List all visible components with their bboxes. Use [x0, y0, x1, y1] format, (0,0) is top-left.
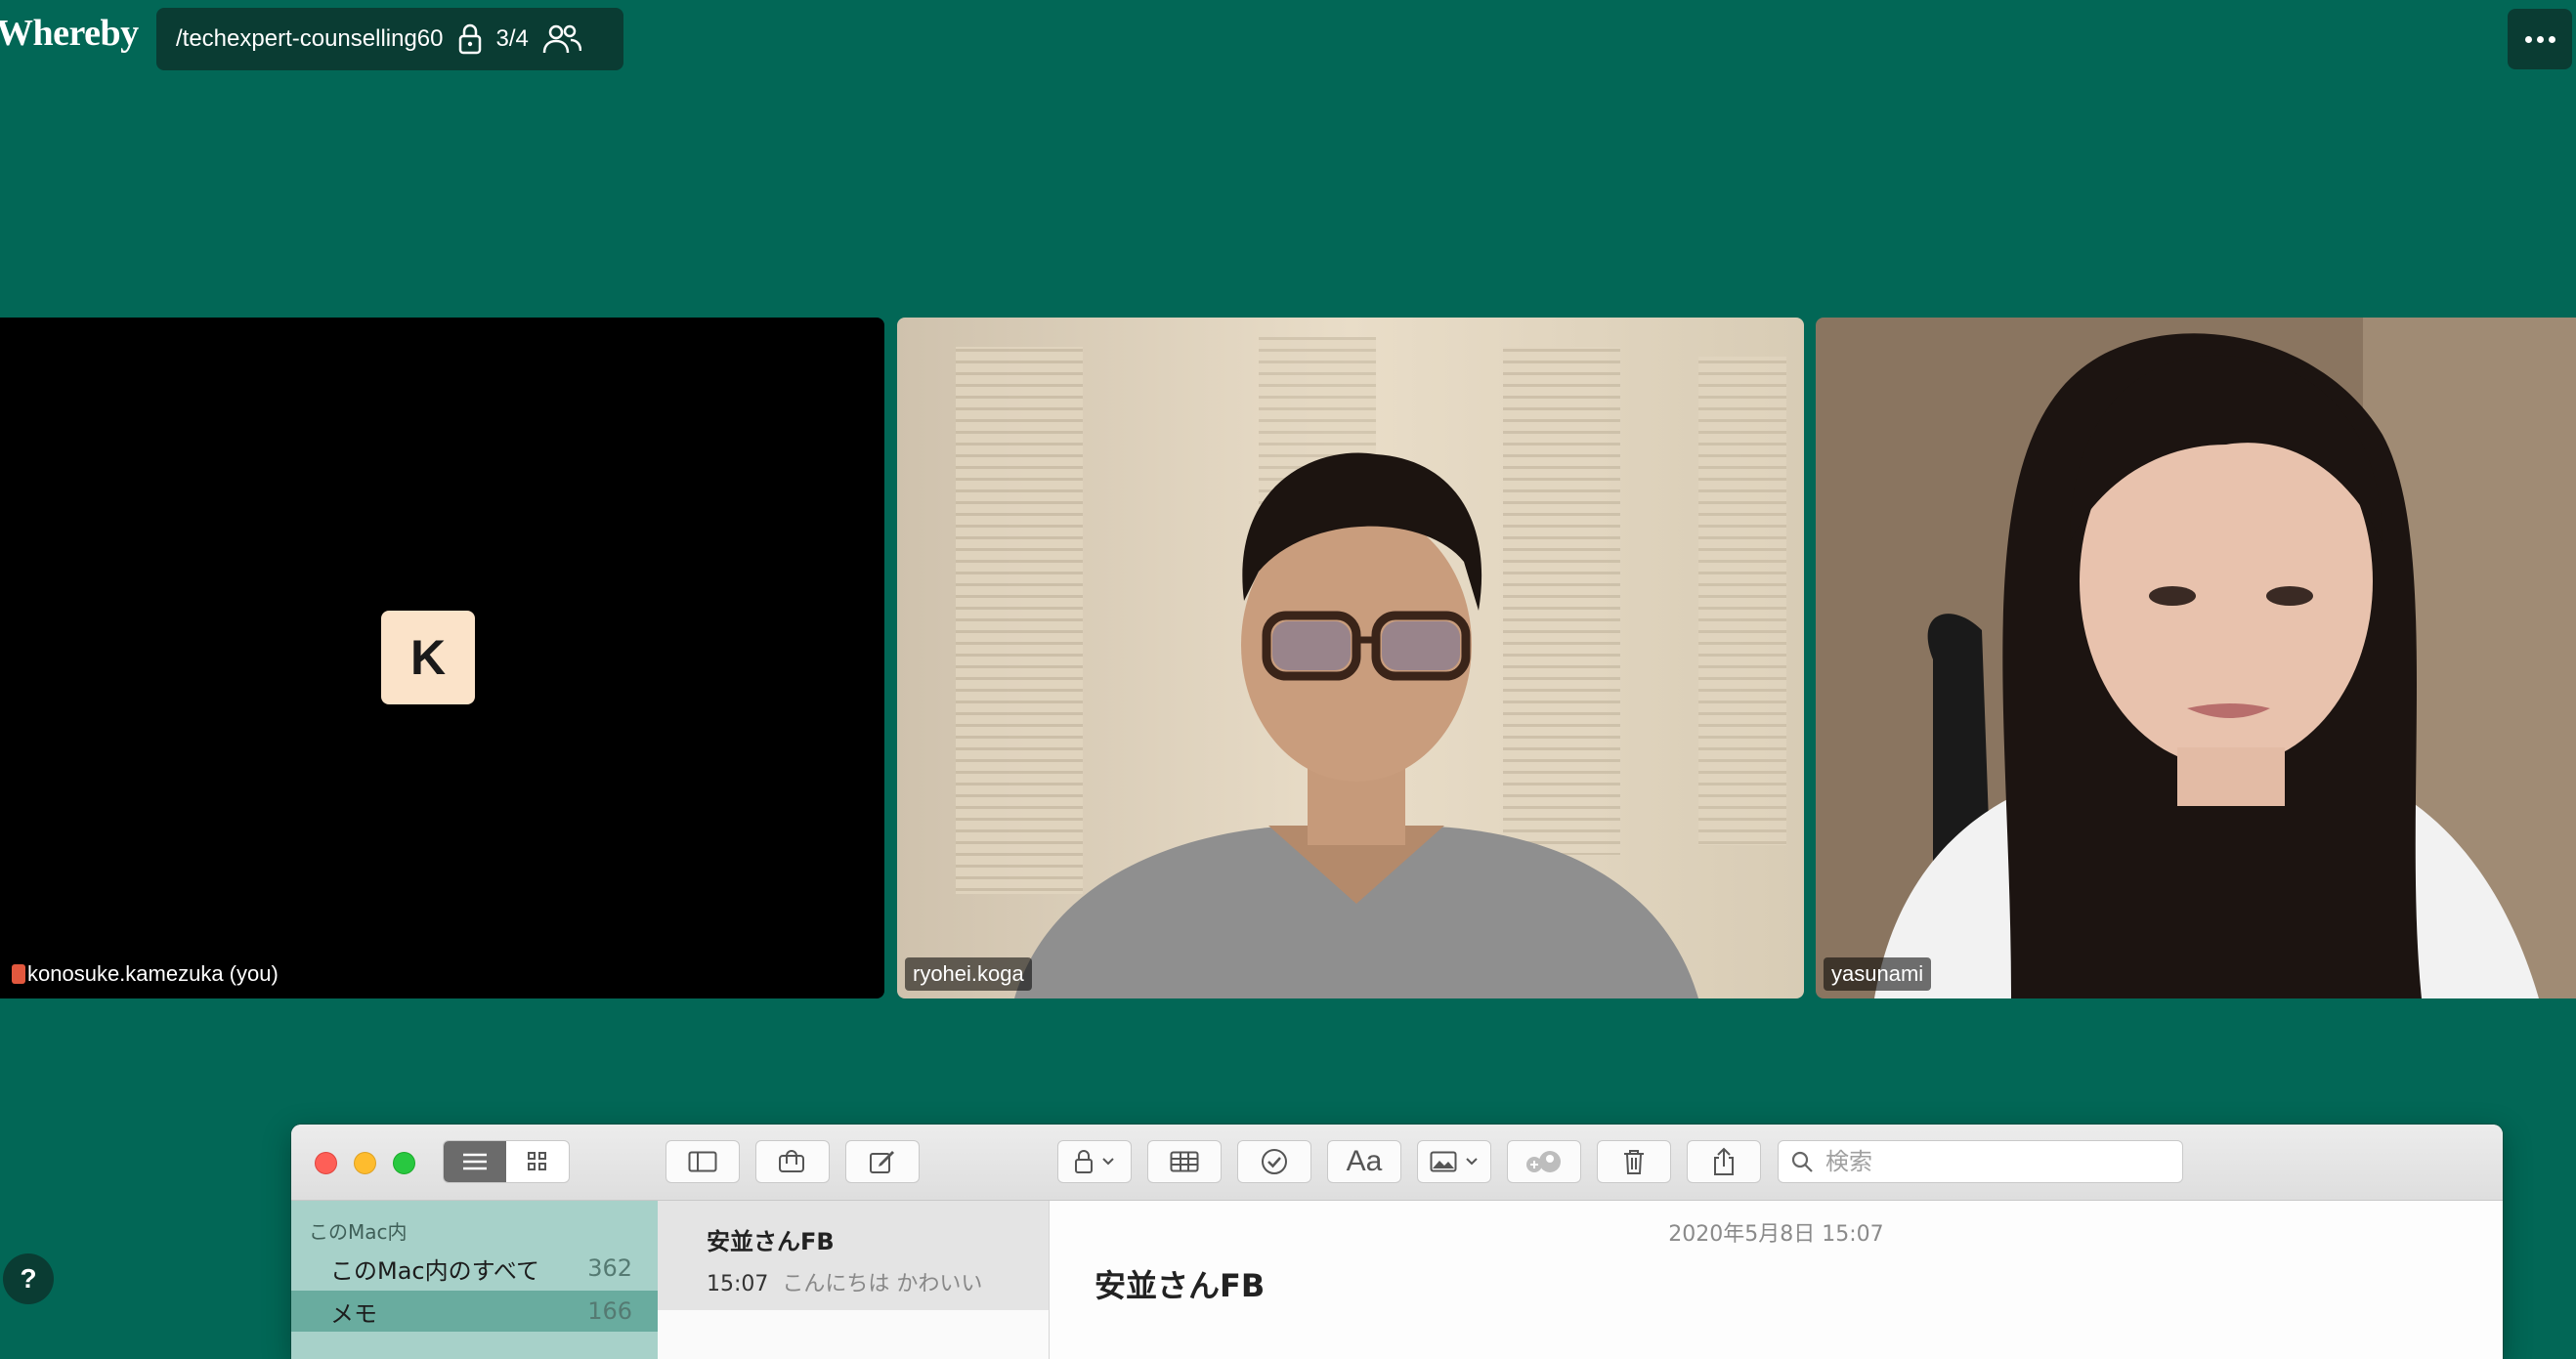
participant-name: konosuke.kamezuka (you) [27, 961, 279, 986]
checklist-icon [1262, 1149, 1287, 1174]
sidebar-item-all-on-mac[interactable]: このMac内のすべて 362 [291, 1248, 658, 1289]
note-heading[interactable]: 安並さんFB [1095, 1261, 1265, 1306]
paperclip-icon [779, 1150, 804, 1172]
table-icon [1170, 1151, 1199, 1172]
note-date: 2020年5月8日 15:07 [1668, 1222, 1884, 1247]
participant-name-tag: yasunami [1824, 957, 1932, 991]
note-title: 安並さんFB [707, 1228, 835, 1255]
chevron-down-icon [1466, 1158, 1478, 1166]
sidebar-item-count: 166 [587, 1297, 632, 1325]
people-icon[interactable] [542, 23, 581, 55]
sidebar-item-label: このMac内のすべて [330, 1256, 539, 1285]
sidebar-icon [688, 1151, 717, 1172]
whereby-logo: Whereby [0, 13, 139, 54]
list-view-icon[interactable] [444, 1141, 506, 1182]
room-name: /techexpert-counselling60 [176, 25, 444, 52]
list-item[interactable]: 安並さんFB 15:07 こんにちは かわいい [658, 1201, 1049, 1310]
search-icon [1791, 1151, 1813, 1172]
gallery-view-icon[interactable] [506, 1141, 569, 1182]
share-icon [1714, 1147, 1734, 1175]
sidebar-section-header: このMac内 [309, 1220, 408, 1244]
view-mode-toggle[interactable] [443, 1140, 570, 1183]
video-tile-self[interactable]: K konosuke.kamezuka (you) [0, 318, 884, 998]
close-window-button[interactable] [315, 1152, 337, 1174]
share-button[interactable] [1687, 1140, 1761, 1183]
format-button[interactable]: Aa [1327, 1140, 1401, 1183]
video-feed [1816, 318, 2576, 998]
format-label: Aa [1346, 1145, 1383, 1177]
search-field[interactable] [1778, 1140, 2183, 1183]
search-input[interactable] [1824, 1147, 2160, 1176]
sidebar-item-label: メモ [330, 1299, 377, 1328]
note-meta: 15:07 こんにちは かわいい [707, 1266, 1049, 1297]
more-options-button[interactable] [2508, 9, 2572, 69]
photo-icon [1430, 1151, 1457, 1172]
share-collaborate-button[interactable] [1507, 1140, 1581, 1183]
add-people-icon [1526, 1151, 1561, 1172]
lock-icon [1075, 1150, 1093, 1173]
lock-note-button[interactable] [1057, 1140, 1132, 1183]
zoom-window-button[interactable] [393, 1152, 415, 1174]
notes-sidebar: このMac内 このMac内のすべて 362 メモ 166 [291, 1201, 658, 1359]
video-tile-participant[interactable]: yasunami [1816, 318, 2576, 998]
room-info-bar[interactable]: /techexpert-counselling60 3/4 [156, 8, 623, 70]
delete-button[interactable] [1597, 1140, 1671, 1183]
note-preview: こんにちは かわいい [782, 1272, 983, 1296]
video-feed [897, 318, 1804, 998]
notes-list: 安並さんFB 15:07 こんにちは かわいい [658, 1201, 1050, 1359]
table-button[interactable] [1147, 1140, 1222, 1183]
video-tile-participant[interactable]: ryohei.koga [897, 318, 1804, 998]
note-editor[interactable]: 2020年5月8日 15:07 安並さんFB [1050, 1201, 2503, 1359]
dot-icon [2548, 35, 2555, 43]
note-time: 15:07 [707, 1272, 769, 1296]
trash-icon [1624, 1150, 1644, 1174]
notes-toolbar: Aa [291, 1125, 2503, 1201]
help-button[interactable]: ? [3, 1253, 54, 1304]
minimize-window-button[interactable] [354, 1152, 376, 1174]
dot-icon [2524, 35, 2532, 43]
chevron-down-icon [1102, 1158, 1114, 1166]
sidebar-item-count: 362 [587, 1254, 632, 1282]
checklist-button[interactable] [1237, 1140, 1311, 1183]
lock-icon[interactable] [457, 23, 483, 55]
notes-app-window[interactable]: Aa このMac内 このMac内のすべて 362 メモ 166 [291, 1125, 2503, 1359]
insert-media-button[interactable] [1417, 1140, 1491, 1183]
participant-name-tag: ryohei.koga [905, 957, 1032, 991]
dot-icon [2536, 35, 2544, 43]
mic-muted-icon [12, 964, 25, 984]
avatar: K [381, 611, 475, 704]
new-note-button[interactable] [845, 1140, 920, 1183]
participant-count: 3/4 [495, 25, 529, 52]
compose-icon [870, 1151, 894, 1173]
attachments-button[interactable] [755, 1140, 830, 1183]
sidebar-item-notes[interactable]: メモ 166 [291, 1291, 658, 1332]
participant-name-tag: konosuke.kamezuka (you) [6, 957, 286, 991]
sidebar-toggle-button[interactable] [665, 1140, 740, 1183]
